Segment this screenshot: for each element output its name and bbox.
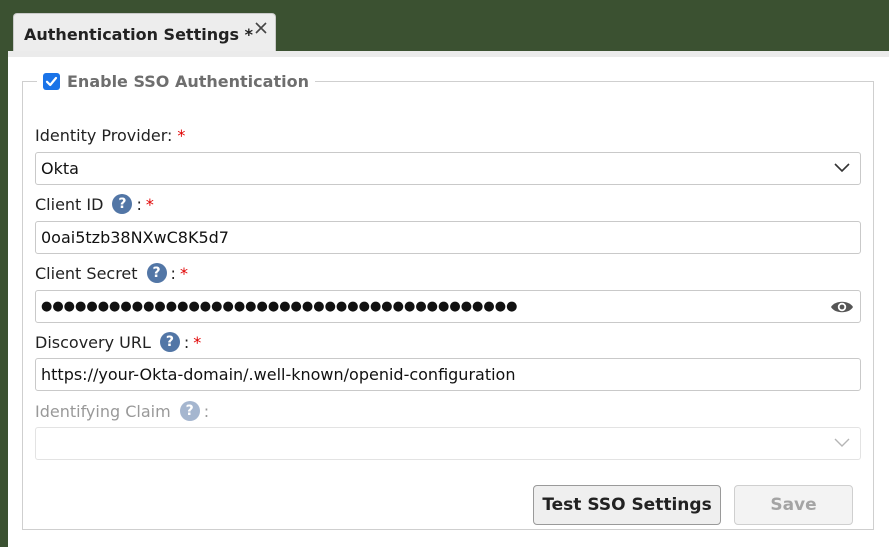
tab-authentication-settings[interactable]: Authentication Settings * [13, 13, 276, 51]
label-colon: : [170, 263, 176, 283]
tab-bar: Authentication Settings * [0, 0, 889, 51]
required-marker: * [177, 126, 186, 145]
sso-legend: Enable SSO Authentication [37, 70, 315, 92]
identity-provider-value: Okta [41, 159, 79, 178]
chevron-down-icon [834, 163, 850, 173]
discovery-url-label-text: Discovery URL [35, 332, 151, 352]
close-icon[interactable] [253, 20, 269, 36]
identity-provider-label: Identity Provider: * [35, 126, 185, 145]
checkbox-checked-icon [45, 76, 58, 86]
client-id-input[interactable]: 0oai5tzb38NXwC8K5d7 [35, 221, 861, 254]
help-icon[interactable]: ? [112, 194, 133, 214]
client-id-value: 0oai5tzb38NXwC8K5d7 [41, 228, 229, 247]
tab-title: Authentication Settings * [24, 25, 254, 44]
required-marker: * [193, 332, 202, 352]
required-marker: * [179, 263, 188, 283]
client-id-label-text: Client ID [35, 194, 104, 214]
save-button[interactable]: Save [734, 485, 853, 525]
identifying-claim-label: Identifying Claim ? : [35, 401, 209, 421]
help-icon[interactable]: ? [159, 332, 180, 352]
identifying-claim-label-text: Identifying Claim [35, 401, 171, 421]
discovery-url-label: Discovery URL ? : * [35, 332, 201, 352]
required-marker: * [145, 194, 154, 214]
client-id-label: Client ID ? : * [35, 194, 154, 214]
client-secret-input[interactable]: ●●●●●●●●●●●●●●●●●●●●●●●●●●●●●●●●●●●●●●●●… [35, 290, 861, 323]
sso-fieldset: Enable SSO Authentication Identity Provi… [22, 70, 874, 530]
enable-sso-checkbox[interactable] [43, 72, 60, 90]
chevron-down-icon [834, 438, 850, 447]
client-secret-label: Client Secret ? : * [35, 263, 188, 283]
identifying-claim-select [35, 427, 861, 460]
identity-provider-select[interactable]: Okta [35, 152, 861, 185]
label-colon: : [136, 194, 142, 214]
client-secret-masked-value: ●●●●●●●●●●●●●●●●●●●●●●●●●●●●●●●●●●●●●●●●… [41, 299, 518, 314]
discovery-url-value: https://your-Okta-domain/.well-known/ope… [41, 365, 516, 384]
test-sso-settings-button[interactable]: Test SSO Settings [533, 485, 721, 525]
help-icon: ? [179, 401, 200, 421]
help-icon[interactable]: ? [146, 263, 167, 283]
discovery-url-input[interactable]: https://your-Okta-domain/.well-known/ope… [35, 358, 861, 391]
client-secret-label-text: Client Secret [35, 263, 138, 283]
eye-icon[interactable] [830, 298, 854, 316]
enable-sso-label: Enable SSO Authentication [67, 71, 309, 91]
label-colon: : [203, 401, 210, 421]
label-colon: : [183, 332, 190, 352]
settings-panel: Enable SSO Authentication Identity Provi… [8, 51, 889, 547]
identity-provider-label-text: Identity Provider: [35, 126, 173, 145]
